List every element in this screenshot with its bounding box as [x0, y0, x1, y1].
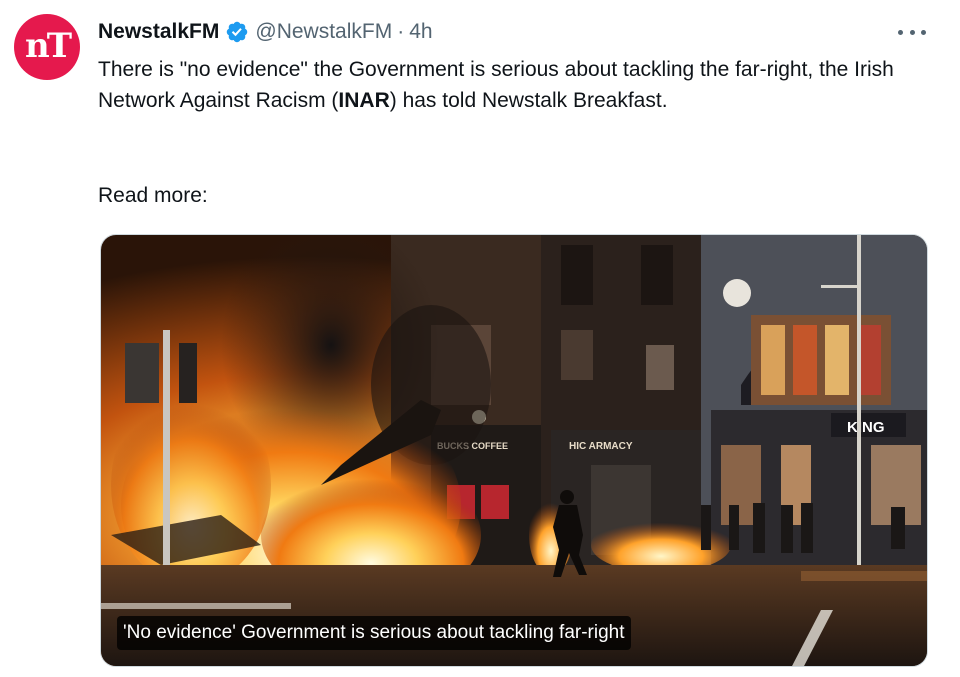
handle[interactable]: @NewstalkFM — [255, 20, 392, 44]
timestamp[interactable]: 4h — [409, 20, 432, 44]
avatar-logo: nT — [24, 26, 72, 66]
tweet-header: NewstalkFM @NewstalkFM · 4h — [98, 18, 433, 46]
tweet-text: There is "no evidence" the Government is… — [98, 54, 908, 116]
media-card[interactable]: BUCKS COFFEE HIC ARMACY KING 'No evidenc… — [100, 234, 928, 667]
read-more-text: Read more: — [98, 184, 208, 207]
more-options-icon[interactable] — [898, 24, 926, 40]
avatar[interactable]: nT — [14, 14, 80, 80]
sign-pharmacy: HIC ARMACY — [569, 441, 633, 452]
news-photo: BUCKS COFFEE HIC ARMACY KING — [101, 235, 927, 666]
verified-badge-icon — [227, 21, 248, 43]
media-caption: 'No evidence' Government is serious abou… — [117, 616, 631, 650]
separator-dot: · — [397, 20, 405, 43]
sign-king: KING — [847, 419, 885, 436]
tweet-text-part2: ) has told Newstalk Breakfast. — [389, 89, 668, 112]
tweet-text-bold: INAR — [338, 89, 390, 112]
display-name[interactable]: NewstalkFM — [98, 20, 219, 44]
